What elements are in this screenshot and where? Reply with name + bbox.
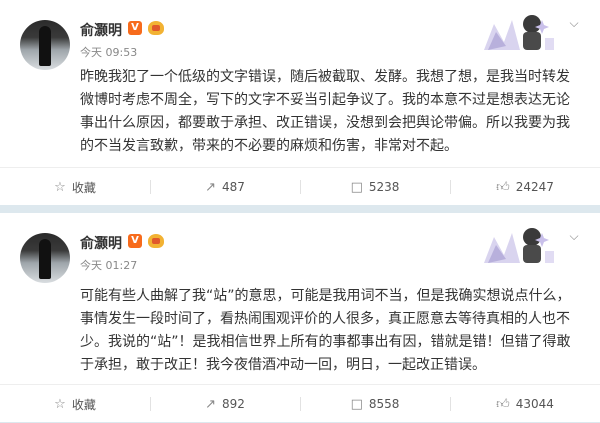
post-text: 可能有些人曲解了我“站”的意思，可能是我用词不当，但是我确实想说点什么，事情发生… — [80, 288, 571, 373]
comment-count: 5238 — [368, 180, 400, 194]
comment-button[interactable]: □ 8558 — [300, 385, 450, 423]
action-bar: ☆ 收藏 ↗ 487 □ 5238 👍︎ 24247 — [0, 167, 600, 206]
card-decoration-badge-icon[interactable] — [482, 10, 558, 56]
weibo-post: 俞灏明 V 今天 09:53 ⌵ 昨晚我犯了一个低级的文字错误，随后被截取、发酵… — [0, 0, 600, 205]
thumbs-up-icon: 👍︎ — [496, 179, 510, 195]
star-outline-icon: ☆ — [54, 396, 66, 412]
comment-icon: □ — [350, 179, 363, 195]
weibo-post: 俞灏明 V 今天 01:27 ⌵ 可能有些人曲解了我“站”的意思，可能是我用词不… — [0, 213, 600, 422]
like-count: 24247 — [515, 180, 554, 194]
repost-button[interactable]: ↗ 487 — [150, 168, 300, 206]
comment-button[interactable]: □ 5238 — [300, 168, 450, 206]
like-button[interactable]: 👍︎ 24247 — [450, 168, 600, 206]
favorite-button[interactable]: ☆ 收藏 — [0, 385, 150, 423]
favorite-button[interactable]: ☆ 收藏 — [0, 168, 150, 206]
avatar[interactable] — [20, 20, 70, 70]
action-bar: ☆ 收藏 ↗ 892 □ 8558 👍︎ 43044 — [0, 384, 600, 423]
author-name[interactable]: 俞灏明 — [80, 233, 122, 253]
repost-count: 892 — [222, 397, 245, 411]
post-time[interactable]: 今天 01:27 — [80, 257, 137, 273]
repost-button[interactable]: ↗ 892 — [150, 385, 300, 423]
star-outline-icon: ☆ — [54, 179, 66, 195]
member-crown-icon[interactable] — [148, 234, 164, 248]
repost-icon: ↗ — [205, 179, 216, 195]
verified-badge-icon: V — [128, 21, 142, 35]
avatar[interactable] — [20, 233, 70, 283]
thumbs-up-icon: 👍︎ — [496, 396, 510, 412]
repost-icon: ↗ — [205, 396, 216, 412]
card-decoration-badge-icon[interactable] — [482, 223, 558, 269]
post-text: 昨晚我犯了一个低级的文字错误，随后被截取、发酵。我想了想，是我当时转发微博时考虑… — [80, 69, 570, 154]
like-count: 43044 — [515, 397, 554, 411]
favorite-label: 收藏 — [71, 180, 96, 195]
favorite-label: 收藏 — [71, 397, 96, 412]
chevron-down-icon[interactable]: ⌵ — [566, 229, 582, 245]
post-time[interactable]: 今天 09:53 — [80, 44, 137, 60]
author-name[interactable]: 俞灏明 — [80, 20, 122, 40]
verified-badge-icon: V — [128, 234, 142, 248]
like-button[interactable]: 👍︎ 43044 — [450, 385, 600, 423]
comment-icon: □ — [350, 396, 363, 412]
comment-count: 8558 — [368, 397, 400, 411]
member-crown-icon[interactable] — [148, 21, 164, 35]
chevron-down-icon[interactable]: ⌵ — [566, 16, 582, 32]
repost-count: 487 — [222, 180, 245, 194]
